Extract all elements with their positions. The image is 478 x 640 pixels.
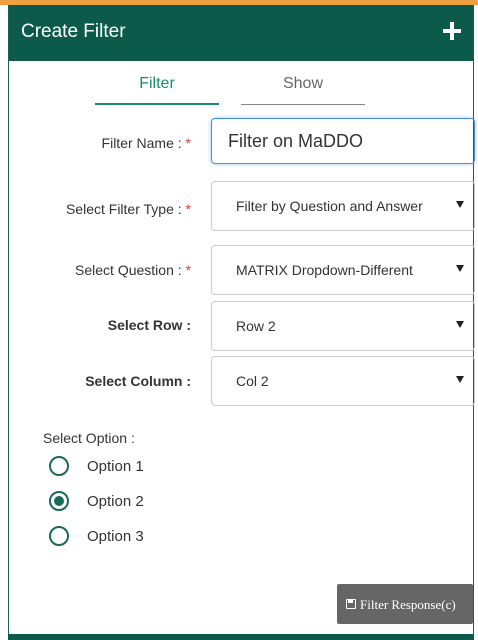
chevron-down-icon xyxy=(456,376,464,383)
filter-type-value: Filter by Question and Answer xyxy=(236,198,423,214)
plus-icon[interactable] xyxy=(443,22,461,40)
panel-header: Create Filter xyxy=(9,5,473,61)
tab-show[interactable]: Show xyxy=(241,75,365,105)
column-value: Col 2 xyxy=(236,373,269,389)
option-label: Option 3 xyxy=(87,528,144,545)
filter-type-label: Select Filter Type : * xyxy=(65,201,191,217)
filter-type-select[interactable]: Filter by Question and Answer xyxy=(211,181,475,231)
filter-name-label: Filter Name : * xyxy=(101,135,191,151)
save-icon xyxy=(346,599,356,609)
required-mark: * xyxy=(185,201,191,217)
create-filter-panel: Create Filter Filter Show Filter Name : … xyxy=(8,5,475,640)
required-mark: * xyxy=(185,262,191,278)
tab-filter[interactable]: Filter xyxy=(95,75,219,105)
row-label: Select Row : xyxy=(107,317,191,333)
column-label: Select Column : xyxy=(85,373,191,389)
radio-button[interactable] xyxy=(49,526,69,546)
question-value: MATRIX Dropdown-Different xyxy=(236,262,413,278)
filter-response-button[interactable]: Filter Response(c) xyxy=(337,584,473,624)
row-value: Row 2 xyxy=(236,318,276,334)
filter-response-label: Filter Response(c) xyxy=(360,597,456,612)
column-select[interactable]: Col 2 xyxy=(211,356,475,406)
select-option-heading: Select Option : xyxy=(43,430,135,446)
filter-name-input[interactable]: Filter on MaDDO xyxy=(211,118,475,164)
row-select[interactable]: Row 2 xyxy=(211,301,475,351)
chevron-down-icon xyxy=(456,321,464,328)
required-mark: * xyxy=(185,135,191,151)
question-select[interactable]: MATRIX Dropdown-Different xyxy=(211,245,475,295)
option-label: Option 2 xyxy=(87,493,144,510)
panel-title: Create Filter xyxy=(21,21,126,42)
bottom-accent-strip xyxy=(8,634,474,640)
option-label: Option 1 xyxy=(87,458,144,475)
chevron-down-icon xyxy=(456,201,464,208)
question-label: Select Question : * xyxy=(75,262,191,278)
radio-button[interactable] xyxy=(49,456,69,476)
chevron-down-icon xyxy=(456,265,464,272)
radio-button-checked[interactable] xyxy=(49,491,69,511)
